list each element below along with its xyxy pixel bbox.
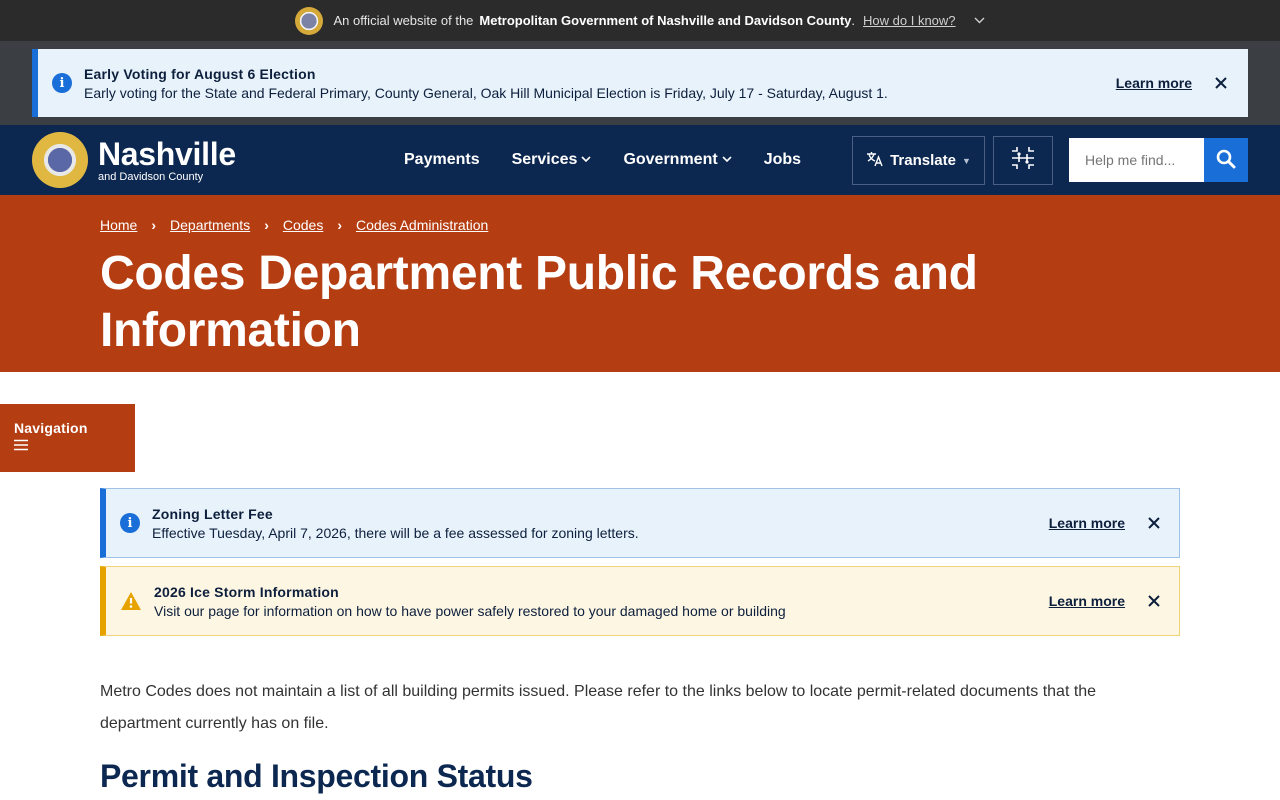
official-org: Metropolitan Government of Nashville and… xyxy=(479,13,852,28)
site-logo[interactable]: Nashville and Davidson County xyxy=(32,132,236,188)
logo-subtitle: and Davidson County xyxy=(98,170,204,183)
alert-body: Visit our page for information on how to… xyxy=(154,602,786,619)
breadcrumb-codes-administration[interactable]: Codes Administration xyxy=(356,217,488,233)
alert-body: Effective Tuesday, April 7, 2026, there … xyxy=(152,524,639,541)
breadcrumb-home[interactable]: Home xyxy=(100,217,137,233)
chevron-right-icon: › xyxy=(264,217,269,233)
site-alert-region: i Early Voting for August 6 Election Ear… xyxy=(0,41,1280,125)
search-icon xyxy=(1216,149,1236,172)
close-icon[interactable] xyxy=(1214,73,1228,94)
breadcrumb: Home › Departments › Codes › Codes Admin… xyxy=(100,217,1180,233)
learn-more-link[interactable]: Learn more xyxy=(1116,75,1192,91)
navigation-toggle[interactable]: Navigation xyxy=(0,404,135,472)
warning-icon xyxy=(120,591,142,611)
intro-paragraph: Metro Codes does not maintain a list of … xyxy=(100,683,1097,732)
translate-button[interactable]: Translate ▼ xyxy=(852,136,985,185)
alert-body: Early voting for the State and Federal P… xyxy=(84,84,888,101)
section-heading: Permit and Inspection Status xyxy=(100,758,533,794)
close-icon[interactable] xyxy=(1147,591,1161,612)
chevron-down-icon[interactable] xyxy=(974,15,985,27)
alert-title: Early Voting for August 6 Election xyxy=(84,65,316,82)
info-icon: i xyxy=(120,513,140,533)
circuit-icon xyxy=(1010,145,1036,176)
search-button[interactable] xyxy=(1204,138,1248,182)
page-hero: Home › Departments › Codes › Codes Admin… xyxy=(0,195,1280,372)
chevron-right-icon: › xyxy=(151,217,157,233)
nashville-seal-icon xyxy=(32,132,88,188)
navigation-label: Navigation xyxy=(14,420,88,436)
chevron-down-icon xyxy=(581,155,592,166)
search-box xyxy=(1069,138,1248,182)
close-icon[interactable] xyxy=(1147,513,1161,534)
translate-icon xyxy=(866,151,884,171)
logo-name: Nashville xyxy=(98,135,236,172)
zoning-alert: i Zoning Letter Fee Effective Tuesday, A… xyxy=(100,488,1180,558)
official-prefix: An official website of the xyxy=(333,13,474,28)
official-banner: An official website of the Metropolitan … xyxy=(0,0,1280,41)
chevron-down-icon xyxy=(722,155,732,166)
info-icon: i xyxy=(52,73,72,93)
nav-payments[interactable]: Payments xyxy=(404,151,480,169)
learn-more-link[interactable]: Learn more xyxy=(1049,593,1125,609)
caret-down-icon: ▼ xyxy=(961,155,971,166)
chevron-right-icon: › xyxy=(337,217,342,233)
breadcrumb-departments[interactable]: Departments xyxy=(170,217,250,233)
search-input[interactable] xyxy=(1069,138,1204,182)
alert-title: 2026 Ice Storm Information xyxy=(154,583,339,600)
breadcrumb-codes[interactable]: Codes xyxy=(283,217,323,233)
election-alert: i Early Voting for August 6 Election Ear… xyxy=(32,49,1248,117)
how-do-i-know-link[interactable]: How do I know? xyxy=(863,13,956,28)
hamburger-icon xyxy=(14,438,121,456)
ice-storm-alert: 2026 Ice Storm Information Visit our pag… xyxy=(100,566,1180,636)
site-header: Nashville and Davidson County Payments S… xyxy=(0,125,1280,195)
alert-title: Zoning Letter Fee xyxy=(152,505,273,522)
metro-seal-icon xyxy=(295,6,324,35)
page-title: Codes Department Public Records and Info… xyxy=(100,247,978,357)
main-content: Metro Codes does not maintain a list of … xyxy=(100,676,1180,795)
main-nav: Payments Services Government Jobs xyxy=(404,125,833,195)
translate-label: Translate xyxy=(890,152,956,169)
nav-services[interactable]: Services xyxy=(512,151,592,169)
ai-assistant-button[interactable] xyxy=(993,136,1053,185)
page-alerts: i Zoning Letter Fee Effective Tuesday, A… xyxy=(100,488,1180,644)
learn-more-link[interactable]: Learn more xyxy=(1049,515,1125,531)
nav-government[interactable]: Government xyxy=(623,151,732,169)
nav-jobs[interactable]: Jobs xyxy=(764,151,801,169)
